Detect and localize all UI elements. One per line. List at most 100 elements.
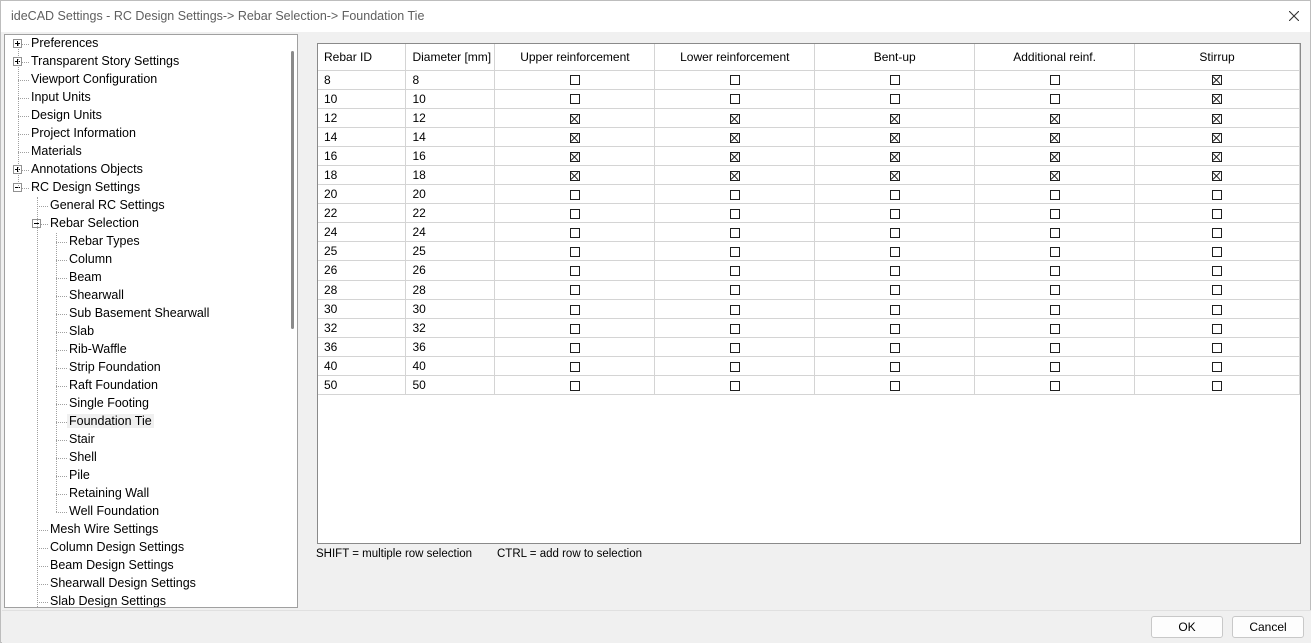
cell-diameter[interactable]: 20 [405,184,496,205]
tree-item-rib-waffle[interactable]: Rib-Waffle [5,341,285,359]
checkbox-lower[interactable] [729,75,740,86]
checkbox-stirrup[interactable] [1212,170,1223,181]
table-row[interactable]: 26 26 [318,260,1300,281]
checkbox-additional[interactable] [1049,247,1060,258]
cell-diameter[interactable]: 24 [405,222,496,243]
checkbox-lower[interactable] [729,132,740,143]
checkbox-additional[interactable] [1049,380,1060,391]
cell-rebar-id[interactable]: 24 [318,222,407,243]
checkbox-stirrup[interactable] [1212,209,1223,220]
checkbox-bent-up[interactable] [889,266,900,277]
tree-item-sub-basement-shearwall[interactable]: Sub Basement Shearwall [5,305,285,323]
tree-item-raft-foundation[interactable]: Raft Foundation [5,377,285,395]
table-row[interactable]: 88 [318,70,1300,90]
checkbox-stirrup[interactable] [1212,247,1223,258]
checkbox-upper[interactable] [569,247,580,258]
settings-tree[interactable]: Preferences Transparent Story Settings Vie… [4,34,298,608]
checkbox-stirrup[interactable] [1212,228,1223,239]
checkbox-bent-up[interactable] [889,75,900,86]
checkbox-bent-up[interactable] [889,94,900,105]
tree-item-preferences[interactable]: Preferences [5,35,285,53]
cell-rebar-id[interactable]: 36 [318,337,407,357]
checkbox-upper[interactable] [569,170,580,181]
cancel-button[interactable]: Cancel [1232,616,1304,638]
checkbox-bent-up[interactable] [889,285,900,296]
col-header-rebar-id[interactable]: Rebar ID [318,44,407,71]
checkbox-lower[interactable] [729,189,740,200]
cell-diameter[interactable]: 14 [405,127,496,147]
checkbox-bent-up[interactable] [889,209,900,220]
cell-diameter[interactable]: 36 [405,337,496,357]
tree-item-column[interactable]: Column [5,251,285,269]
cell-diameter[interactable]: 8 [405,70,496,90]
cell-rebar-id[interactable]: 18 [318,165,407,186]
col-header-diameter[interactable]: Diameter [mm] [405,44,496,71]
col-header-upper[interactable]: Upper reinforcement [494,44,656,71]
tree-item-slab-design-settings[interactable]: Slab Design Settings [5,593,285,607]
checkbox-stirrup[interactable] [1212,342,1223,353]
table-row[interactable]: 40 40 [318,356,1300,377]
cell-rebar-id[interactable]: 22 [318,203,407,224]
checkbox-bent-up[interactable] [889,170,900,181]
checkbox-bent-up[interactable] [889,342,900,353]
tree-item-slab[interactable]: Slab [5,323,285,341]
checkbox-stirrup[interactable] [1212,380,1223,391]
tree-item-single-footing[interactable]: Single Footing [5,395,285,413]
tree-item-column-design-settings[interactable]: Column Design Settings [5,539,285,557]
tree-item-strip-foundation[interactable]: Strip Foundation [5,359,285,377]
checkbox-additional[interactable] [1049,228,1060,239]
checkbox-lower[interactable] [729,113,740,124]
table-row[interactable]: 22 22 [318,203,1300,224]
checkbox-upper[interactable] [569,132,580,143]
checkbox-bent-up[interactable] [889,132,900,143]
table-row[interactable]: 36 36 [318,337,1300,357]
table-row[interactable]: 14 14 [318,127,1300,147]
checkbox-stirrup[interactable] [1212,285,1223,296]
tree-item-transparent-story-settings[interactable]: Transparent Story Settings [5,53,285,71]
checkbox-lower[interactable] [729,304,740,315]
checkbox-upper[interactable] [569,380,580,391]
table-row[interactable]: 30 30 [318,299,1300,319]
table-row[interactable]: 10 10 [318,89,1300,109]
checkbox-bent-up[interactable] [889,113,900,124]
tree-item-design-units[interactable]: Design Units [5,107,285,125]
table-row[interactable]: 20 20 [318,184,1300,205]
cell-rebar-id[interactable]: 12 [318,108,407,128]
tree-item-beam-design-settings[interactable]: Beam Design Settings [5,557,285,575]
tree-item-beam[interactable]: Beam [5,269,285,287]
checkbox-lower[interactable] [729,94,740,105]
cell-diameter[interactable]: 12 [405,108,496,128]
checkbox-bent-up[interactable] [889,189,900,200]
cell-diameter[interactable]: 26 [405,260,496,281]
cell-diameter[interactable]: 18 [405,165,496,186]
cell-diameter[interactable]: 22 [405,203,496,224]
checkbox-upper[interactable] [569,304,580,315]
checkbox-bent-up[interactable] [889,304,900,315]
checkbox-lower[interactable] [729,209,740,220]
col-header-lower[interactable]: Lower reinforcement [654,44,816,71]
checkbox-lower[interactable] [729,266,740,277]
tree-item-general-rc-settings[interactable]: General RC Settings [5,197,285,215]
checkbox-additional[interactable] [1049,323,1060,334]
checkbox-stirrup[interactable] [1212,304,1223,315]
cell-rebar-id[interactable]: 28 [318,280,407,300]
table-row[interactable]: 24 24 [318,222,1300,243]
tree-item-annotations-objects[interactable]: Annotations Objects [5,161,285,179]
table-row[interactable]: 25 25 [318,241,1300,262]
col-header-bent-up[interactable]: Bent-up [814,44,976,71]
cell-diameter[interactable]: 40 [405,356,496,377]
ok-button[interactable]: OK [1151,616,1223,638]
cell-rebar-id[interactable]: 14 [318,127,407,147]
checkbox-upper[interactable] [569,94,580,105]
tree-item-input-units[interactable]: Input Units [5,89,285,107]
close-button[interactable] [1280,2,1308,30]
cell-rebar-id[interactable]: 50 [318,375,407,396]
checkbox-bent-up[interactable] [889,361,900,372]
table-row[interactable]: 32 32 [318,318,1300,338]
checkbox-stirrup[interactable] [1212,75,1223,86]
cell-rebar-id[interactable]: 40 [318,356,407,377]
cell-rebar-id[interactable]: 16 [318,146,407,166]
tree-scrollbar-thumb[interactable] [291,51,294,329]
tree-item-rebar-selection[interactable]: Rebar Selection [5,215,285,233]
checkbox-lower[interactable] [729,151,740,162]
